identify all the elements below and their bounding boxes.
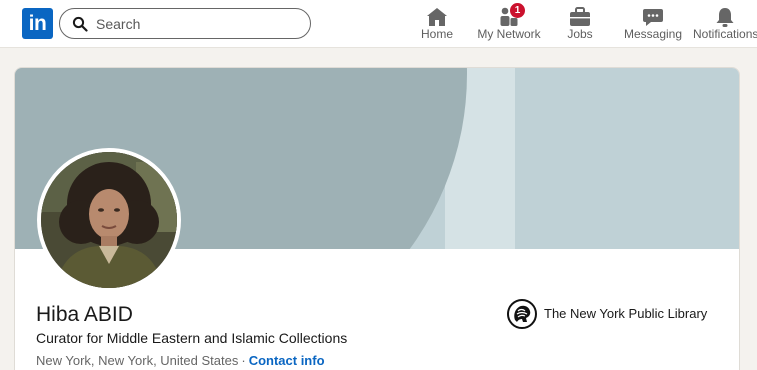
home-icon — [427, 8, 447, 26]
profile-name: Hiba ABID — [36, 303, 133, 326]
briefcase-icon — [570, 7, 590, 26]
nav-my-network-label: My Network — [477, 27, 541, 41]
nav-jobs-label: Jobs — [567, 27, 593, 41]
nav-messaging-label: Messaging — [623, 27, 683, 41]
profile-location: New York, New York, United States — [36, 353, 239, 368]
separator-dot: · — [241, 353, 246, 368]
profile-location-line: New York, New York, United States · Contac… — [36, 353, 325, 368]
contact-info-link[interactable]: Contact info — [249, 353, 325, 368]
nav-notifications-label: Notifications — [693, 27, 757, 41]
bell-icon — [716, 8, 734, 27]
search-icon — [72, 16, 88, 32]
nypl-lion-logo — [507, 299, 537, 329]
messaging-icon — [643, 9, 663, 26]
nav-messaging[interactable]: Messaging — [623, 4, 683, 44]
nav-jobs[interactable]: Jobs — [560, 4, 600, 44]
nav-home-label: Home — [420, 27, 453, 41]
linkedin-logo[interactable]: in — [22, 8, 53, 39]
profile-photo-image — [41, 152, 177, 288]
notification-badge: 1 — [510, 3, 525, 18]
nav-notifications[interactable]: Notifications — [693, 4, 757, 44]
nav-my-network[interactable]: 1 My Network — [477, 3, 541, 44]
profile-photo[interactable] — [37, 148, 181, 292]
profile-headline: Curator for Middle Eastern and Islamic C… — [36, 330, 348, 346]
nav-home[interactable]: Home — [412, 4, 462, 44]
top-navigation-bar: in Home 1 My Network Jobs — [0, 0, 757, 48]
search-box[interactable] — [59, 8, 311, 39]
search-input[interactable] — [96, 9, 296, 38]
organization-name: The New York Public Library — [544, 306, 708, 321]
